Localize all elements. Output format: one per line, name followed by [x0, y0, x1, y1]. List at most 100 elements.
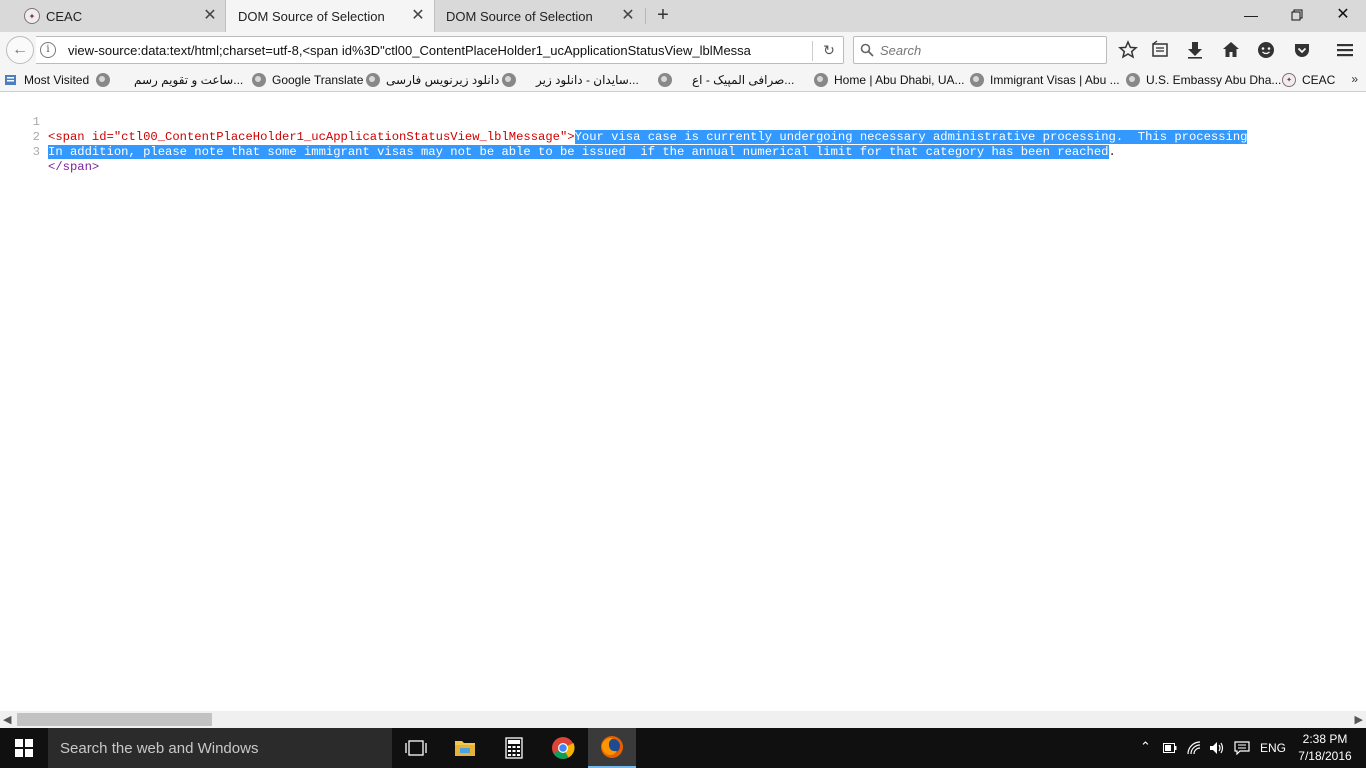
bookmark-label: Home | Abu Dhabi, UA...	[834, 73, 965, 87]
bookmark-label: صرافی المپیک - اع...	[692, 73, 795, 87]
close-tab-icon[interactable]: ✕	[202, 8, 218, 24]
source-line: 2 In addition, please note that some imm…	[0, 115, 1366, 159]
bookmark-label: Immigrant Visas | Abu ...	[990, 73, 1120, 87]
search-bar[interactable]	[853, 36, 1107, 64]
url-divider	[812, 41, 813, 61]
view-source-content: 1 <span id="ctl00_ContentPlaceHolder1_uc…	[0, 93, 1366, 711]
start-button[interactable]	[0, 728, 48, 768]
embassy-seal-icon: ✦	[1282, 73, 1296, 87]
horizontal-scrollbar[interactable]: ◀ ▶	[0, 711, 1366, 728]
task-view-button[interactable]	[392, 728, 440, 768]
globe-icon	[658, 73, 672, 87]
bookmarks-toolbar: Most Visited ساعت و تقویم رسم... Google …	[0, 68, 1366, 92]
search-icon	[860, 43, 874, 57]
source-code: In addition, please note that some immig…	[48, 145, 1116, 160]
source-line: 1 <span id="ctl00_ContentPlaceHolder1_uc…	[0, 100, 1366, 144]
action-center-icon[interactable]	[1234, 741, 1250, 755]
embassy-seal-icon: ✦	[24, 8, 40, 24]
period-text: .	[1108, 145, 1116, 159]
globe-icon	[970, 73, 984, 87]
globe-icon	[814, 73, 828, 87]
bookmark-label: CEAC	[1302, 73, 1336, 87]
tab-dom-source[interactable]: DOM Source of Selection ✕	[434, 0, 644, 32]
bookmark-item[interactable]: Google Translate	[252, 72, 363, 88]
firefox-icon	[601, 736, 623, 758]
system-tray: ⌃ ENG	[1138, 728, 1288, 768]
chrome-button[interactable]	[539, 728, 587, 768]
tab-separator	[645, 8, 646, 24]
selected-text[interactable]: In addition, please note that some immig…	[48, 145, 1109, 159]
tab-strip: ✦ CEAC ✕ DOM Source of Selection ✕ DOM S…	[0, 0, 1366, 33]
language-indicator[interactable]: ENG	[1260, 741, 1286, 755]
url-bar[interactable]: i view-source:data:text/html;charset=utf…	[36, 36, 844, 64]
clock[interactable]: 2:38 PM 7/18/2016	[1290, 731, 1360, 765]
globe-icon	[1126, 73, 1140, 87]
download-icon[interactable]	[1185, 40, 1205, 60]
scrollbar-thumb[interactable]	[17, 713, 212, 726]
navigation-toolbar: ← i view-source:data:text/html;charset=u…	[0, 32, 1366, 68]
bookmark-item[interactable]: Home | Abu Dhabi, UA...	[814, 72, 965, 88]
back-arrow-icon[interactable]: ←	[6, 36, 34, 64]
tab-dom-source-active[interactable]: DOM Source of Selection ✕	[225, 0, 435, 33]
bookmark-star-icon[interactable]	[1118, 40, 1138, 60]
close-tab-icon[interactable]: ✕	[410, 8, 426, 24]
windows-taskbar: Search the web and Windows ⌃ ENG 2:38 PM…	[0, 728, 1366, 768]
wifi-icon[interactable]	[1187, 741, 1203, 755]
info-icon[interactable]: i	[40, 42, 56, 58]
bookmark-item[interactable]: Immigrant Visas | Abu ...	[970, 72, 1120, 88]
clock-time: 2:38 PM	[1302, 732, 1348, 746]
bookmark-label: سایدان - دانلود زیر...	[536, 73, 639, 87]
bookmark-label: دانلود زیرنویس فارسی	[386, 73, 500, 87]
globe-icon	[96, 73, 110, 87]
bookmark-label: U.S. Embassy Abu Dha...	[1146, 73, 1282, 87]
most-visited-icon	[5, 75, 16, 85]
line-number: 3	[32, 145, 40, 159]
bookmark-most-visited[interactable]: Most Visited	[4, 72, 89, 88]
tab-ceac[interactable]: ✦ CEAC ✕	[12, 0, 226, 32]
chevron-more-icon[interactable]: »	[1351, 72, 1358, 86]
bookmark-item[interactable]: ساعت و تقویم رسم...	[96, 72, 243, 88]
windows-logo-icon	[15, 739, 33, 757]
globe-icon	[366, 73, 380, 87]
tab-label: DOM Source of Selection	[446, 8, 593, 24]
close-tag: </span>	[48, 160, 100, 174]
bookmark-ceac[interactable]: ✦ CEAC	[1282, 72, 1335, 88]
hello-chat-icon[interactable]	[1256, 40, 1276, 60]
pocket-icon[interactable]	[1292, 40, 1312, 60]
clock-date: 7/18/2016	[1298, 749, 1352, 763]
search-input[interactable]	[880, 43, 1100, 58]
calculator-icon	[505, 737, 523, 759]
bookmark-item[interactable]: سایدان - دانلود زیر...	[502, 72, 639, 88]
chevron-up-icon[interactable]: ⌃	[1140, 739, 1151, 755]
bookmark-label: Google Translate	[272, 73, 364, 87]
taskbar-search-placeholder: Search the web and Windows	[60, 740, 259, 757]
source-line: 3 </span>	[0, 130, 1366, 174]
home-icon[interactable]	[1221, 40, 1241, 60]
reload-icon[interactable]: ↻	[820, 41, 838, 59]
close-tab-icon[interactable]: ✕	[620, 8, 636, 24]
reading-list-icon[interactable]	[1150, 40, 1170, 60]
globe-icon	[502, 73, 516, 87]
bookmark-item[interactable]: دانلود زیرنویس فارسی	[366, 72, 499, 88]
globe-icon	[252, 73, 266, 87]
new-tab-icon[interactable]: +	[652, 4, 674, 26]
bookmark-item[interactable]: U.S. Embassy Abu Dha...	[1126, 72, 1281, 88]
volume-icon[interactable]	[1209, 741, 1225, 755]
bookmark-item[interactable]: صرافی المپیک - اع...	[658, 72, 794, 88]
close-window-icon[interactable]: ✕	[1320, 0, 1366, 30]
tab-label: DOM Source of Selection	[238, 9, 385, 24]
calculator-button[interactable]	[490, 728, 538, 768]
taskbar-search-box[interactable]: Search the web and Windows	[48, 728, 392, 768]
restore-icon[interactable]	[1274, 0, 1320, 30]
firefox-button[interactable]	[588, 728, 636, 768]
minimize-icon[interactable]: —	[1228, 0, 1274, 30]
scroll-left-arrow-icon[interactable]: ◀	[3, 713, 11, 726]
battery-icon[interactable]	[1163, 743, 1177, 753]
menu-hamburger-icon[interactable]	[1335, 40, 1355, 60]
url-text[interactable]: view-source:data:text/html;charset=utf-8…	[68, 43, 786, 58]
scroll-right-arrow-icon[interactable]: ▶	[1355, 713, 1363, 726]
folder-icon	[455, 741, 475, 756]
chrome-icon	[552, 737, 575, 759]
bookmark-label: Most Visited	[24, 73, 90, 87]
file-explorer-button[interactable]	[441, 728, 489, 768]
